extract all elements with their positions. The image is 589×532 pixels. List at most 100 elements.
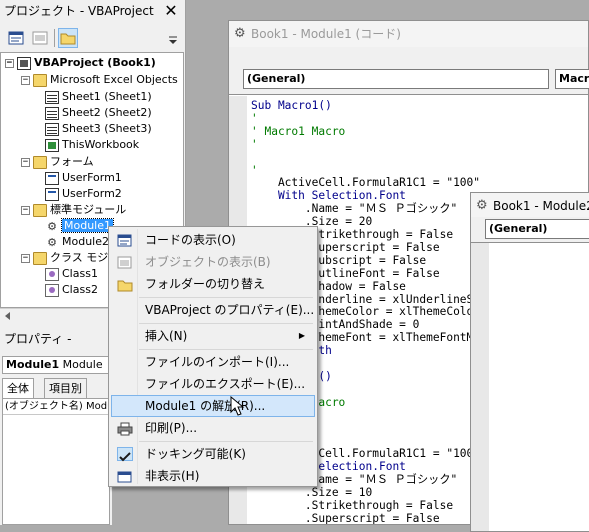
collapse-icon[interactable]: − xyxy=(21,75,30,85)
tree-node-vbaproject[interactable]: − VBAProject (Book1) xyxy=(5,55,156,71)
folder-icon xyxy=(33,73,47,87)
tree-node-sheet1[interactable]: Sheet1 (Sheet1) xyxy=(45,89,152,105)
tree-node-label: ThisWorkbook xyxy=(62,138,140,151)
folder-icon xyxy=(33,251,47,265)
toolbar-overflow-icon[interactable] xyxy=(166,28,180,48)
view-code-icon[interactable] xyxy=(6,28,26,48)
tree-node-label: Sheet2 (Sheet2) xyxy=(62,106,152,119)
collapse-icon[interactable]: − xyxy=(21,253,30,263)
tree-node-userform2[interactable]: UserForm2 xyxy=(45,186,122,202)
toggle-folders-icon[interactable] xyxy=(58,28,78,48)
tree-node-sheet3[interactable]: Sheet3 (Sheet3) xyxy=(45,121,152,137)
checkmark-icon xyxy=(117,447,133,462)
code-window-title: ⚙ Book1 - Module2 xyxy=(471,193,589,219)
code-window-title: ⚙ Book1 - Module1 (コード) xyxy=(229,21,588,47)
menu-item-label: 非表示(H) xyxy=(145,469,200,483)
toolbar-separator xyxy=(54,29,55,47)
tab-categorized[interactable]: 項目別 xyxy=(44,378,87,398)
properties-tabs: 全体 項目別 xyxy=(2,378,110,398)
userform-icon xyxy=(45,187,59,201)
object-combo[interactable]: (General) xyxy=(243,69,549,89)
class-module-icon xyxy=(45,283,59,297)
tree-node-module1[interactable]: ⚙ Module1 xyxy=(45,218,114,234)
tree-node-label: 標準モジュール xyxy=(50,203,127,216)
menu-item-label: VBAProject のプロパティ(E)... xyxy=(145,303,315,317)
tree-node-label: Module2 xyxy=(62,235,109,248)
properties-grid: (オブジェクト名) Module1 xyxy=(2,398,111,525)
properties-panel: プロパティ - Module1 Module1 Module 全体 項目別 (オ… xyxy=(0,326,112,525)
menu-item-view-code[interactable]: コードの表示(O) xyxy=(111,229,315,251)
menu-item-label: オブジェクトの表示(B) xyxy=(145,255,271,269)
menu-separator xyxy=(139,441,313,442)
menu-item-import-file[interactable]: ファイルのインポート(I)... xyxy=(111,351,315,373)
code-editor[interactable] xyxy=(471,243,589,531)
close-icon[interactable]: ✕ xyxy=(163,3,179,19)
code-line: ' xyxy=(251,137,258,151)
tree-node-label: UserForm2 xyxy=(62,187,122,200)
menu-item-insert[interactable]: 挿入(N) ▶ xyxy=(111,325,315,347)
worksheet-icon xyxy=(45,122,59,136)
view-object-icon[interactable] xyxy=(30,28,50,48)
menu-item-label: ファイルのエクスポート(E)... xyxy=(145,377,306,391)
tree-node-label: Sheet1 (Sheet1) xyxy=(62,90,152,103)
code-window-module2[interactable]: ⚙ Book1 - Module2 (General) xyxy=(470,192,589,532)
property-name: (オブジェクト名) xyxy=(5,401,83,412)
tree-node-forms[interactable]: − フォーム xyxy=(21,154,94,170)
menu-item-hide[interactable]: 非表示(H) xyxy=(111,465,315,487)
menu-item-view-object[interactable]: オブジェクトの表示(B) xyxy=(111,251,315,273)
code-line: .Strikethrough = False xyxy=(251,498,454,512)
properties-object-name: Module1 xyxy=(6,358,60,371)
menu-item-label: コードの表示(O) xyxy=(145,233,236,247)
procedure-combo[interactable]: Macro1 xyxy=(555,69,589,89)
workbook-icon xyxy=(45,138,59,152)
scroll-left-icon[interactable] xyxy=(1,309,15,323)
menu-item-print[interactable]: 印刷(P)... xyxy=(111,417,315,439)
tree-node-label: Class1 xyxy=(62,267,98,280)
context-menu: コードの表示(O) オブジェクトの表示(B) フォルダーの切り替え VBAPro… xyxy=(108,226,318,487)
code-window-icon: ⚙ xyxy=(234,26,246,41)
project-toolbar xyxy=(0,26,186,52)
menu-item-remove-module[interactable]: Module1 の解放(R)... xyxy=(111,395,315,417)
tree-node-class1[interactable]: Class1 xyxy=(45,266,98,282)
worksheet-icon xyxy=(45,106,59,120)
menu-item-label: フォルダーの切り替え xyxy=(145,277,266,291)
code-window-title-text: Book1 - Module2 xyxy=(493,199,589,213)
tree-node-thisworkbook[interactable]: ThisWorkbook xyxy=(45,137,139,153)
worksheet-icon xyxy=(45,90,59,104)
tab-alphabetic[interactable]: 全体 xyxy=(2,378,34,398)
menu-item-label: 印刷(P)... xyxy=(145,421,198,435)
tree-node-label: VBAProject (Book1) xyxy=(34,56,156,69)
code-line: ' xyxy=(251,111,258,125)
collapse-icon[interactable]: − xyxy=(21,205,30,215)
properties-object-combo[interactable]: Module1 Module xyxy=(2,356,110,374)
code-line: .Superscript = False xyxy=(251,511,440,524)
tree-node-sheet2[interactable]: Sheet2 (Sheet2) xyxy=(45,105,152,121)
properties-object-type: Module xyxy=(62,358,103,371)
module-icon: ⚙ xyxy=(47,219,57,233)
tree-node-excel-objects[interactable]: − Microsoft Excel Objects xyxy=(21,72,178,88)
tree-node-label: フォーム xyxy=(50,155,94,168)
tree-node-standard-modules[interactable]: − 標準モジュール xyxy=(21,202,126,218)
vbaproject-icon xyxy=(17,56,31,70)
view-code-icon xyxy=(117,233,133,247)
tree-node-label: UserForm1 xyxy=(62,171,122,184)
module-icon: ⚙ xyxy=(47,235,57,249)
menu-item-dockable[interactable]: ドッキング可能(K) xyxy=(111,443,315,465)
collapse-icon[interactable]: − xyxy=(21,157,30,167)
collapse-icon[interactable]: − xyxy=(5,58,14,68)
menu-item-toggle-folders[interactable]: フォルダーの切り替え xyxy=(111,273,315,295)
tree-node-class2[interactable]: Class2 xyxy=(45,282,98,298)
tree-node-userform1[interactable]: UserForm1 xyxy=(45,170,122,186)
folder-icon xyxy=(33,155,47,169)
printer-icon xyxy=(117,421,133,436)
tree-node-module2[interactable]: ⚙ Module2 xyxy=(45,234,109,250)
property-row[interactable]: (オブジェクト名) Module1 xyxy=(3,399,111,415)
menu-item-label: ファイルのインポート(I)... xyxy=(145,355,290,369)
folder-icon xyxy=(117,277,133,292)
menu-item-label: 挿入(N) xyxy=(145,329,188,343)
code-window-combos: (General) Macro1 xyxy=(229,47,589,95)
menu-item-project-properties[interactable]: VBAProject のプロパティ(E)... xyxy=(111,299,315,321)
object-combo[interactable]: (General) xyxy=(485,219,589,239)
class-module-icon xyxy=(45,267,59,281)
menu-item-export-file[interactable]: ファイルのエクスポート(E)... xyxy=(111,373,315,395)
